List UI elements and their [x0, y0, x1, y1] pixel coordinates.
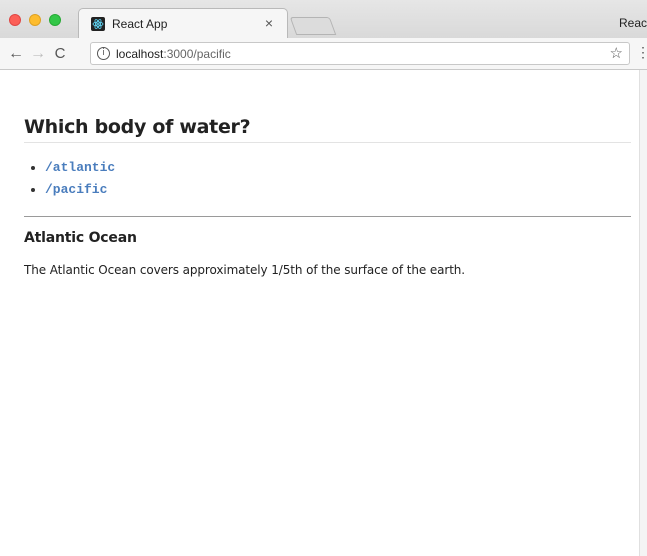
- browser-tab-strip: React App × Reac: [0, 0, 647, 38]
- tab-close-icon[interactable]: ×: [265, 15, 273, 31]
- bookmark-star-icon[interactable]: ☆: [610, 44, 623, 62]
- new-tab-button[interactable]: [289, 17, 337, 35]
- close-window-icon[interactable]: [9, 14, 21, 26]
- atlantic-link[interactable]: /atlantic: [45, 160, 115, 175]
- menu-icon[interactable]: ⋮: [636, 44, 647, 61]
- ocean-heading: Atlantic Ocean: [24, 230, 137, 246]
- forward-arrow-icon[interactable]: →: [28, 44, 48, 64]
- reload-icon[interactable]: C: [50, 44, 70, 64]
- section-divider: [24, 216, 631, 217]
- back-arrow-icon[interactable]: ←: [6, 44, 26, 64]
- page-title: Which body of water?: [24, 116, 251, 138]
- url-host: localhost: [116, 47, 164, 61]
- maximize-window-icon[interactable]: [49, 14, 61, 26]
- info-icon[interactable]: i: [97, 47, 110, 60]
- page-viewport: Which body of water? /atlantic /pacific …: [0, 70, 640, 556]
- tab-title: React App: [112, 17, 168, 31]
- list-item: /atlantic: [45, 160, 115, 182]
- list-item: /pacific: [45, 182, 115, 204]
- profile-label[interactable]: Reac: [619, 16, 647, 30]
- ocean-description: The Atlantic Ocean covers approximately …: [24, 263, 466, 277]
- url-text[interactable]: localhost:3000/pacific: [116, 47, 231, 61]
- route-link-list: /atlantic /pacific: [45, 160, 115, 204]
- browser-tab[interactable]: React App ×: [78, 8, 288, 38]
- react-favicon-icon: [91, 17, 105, 31]
- url-path: :3000/pacific: [163, 47, 231, 61]
- browser-toolbar: ← → C i localhost:3000/pacific ☆ ⋮: [0, 38, 647, 70]
- minimize-window-icon[interactable]: [29, 14, 41, 26]
- scrollbar-gutter: [640, 70, 647, 556]
- address-bar[interactable]: i localhost:3000/pacific ☆: [90, 42, 630, 65]
- pacific-link[interactable]: /pacific: [45, 182, 107, 197]
- title-divider: [24, 142, 631, 143]
